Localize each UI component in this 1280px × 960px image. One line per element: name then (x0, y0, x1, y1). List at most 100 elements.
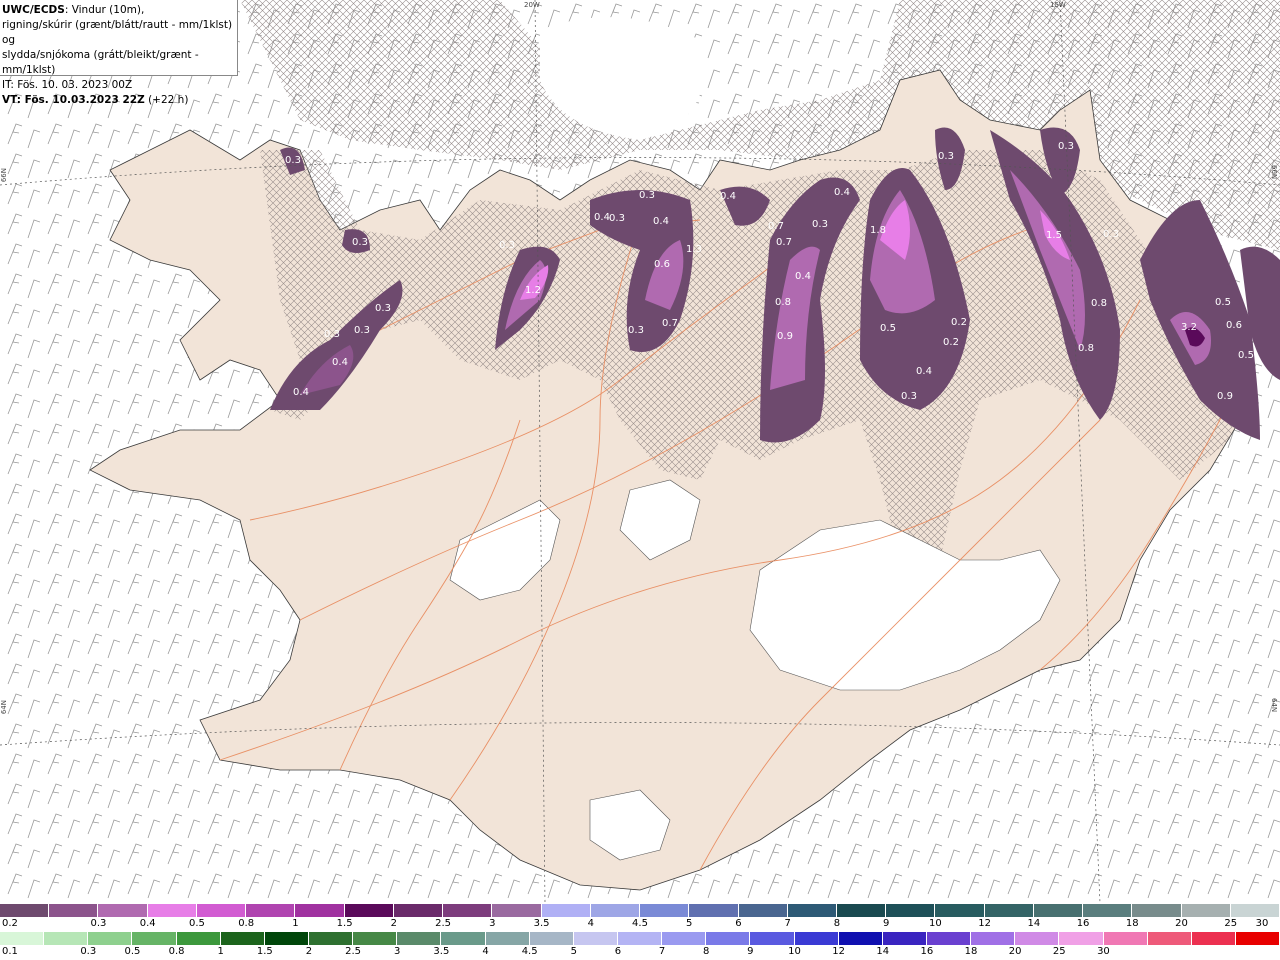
lat-label-64n-left: 64N (0, 700, 8, 715)
legend-swatch (882, 932, 927, 945)
legend-tick-label: 1 (217, 946, 224, 957)
legend-swatch (662, 932, 707, 945)
legend-swatch (246, 904, 296, 917)
legend-tick-label: 10 (929, 918, 942, 929)
init-time: IT: Fös. 10. 03. 2023 00Z (2, 79, 133, 91)
legend-swatch (926, 932, 972, 945)
legend-swatch (485, 932, 530, 945)
legend-swatch (441, 932, 486, 945)
legend-tick-label: 0.3 (80, 946, 97, 957)
legend-tick-label: 18 (964, 946, 978, 957)
legend-tick-label: 30 (1255, 918, 1269, 929)
legend-tick-label: 0.4 (139, 918, 156, 929)
precip-label: 0.4 (293, 387, 309, 398)
precip-label: 0.5 (880, 323, 896, 334)
precip-label: 1.5 (1046, 230, 1062, 241)
precip-label: 0.3 (609, 213, 625, 224)
lon-label-20w: 20W (524, 1, 540, 9)
legend-tick-label: 2 (390, 918, 398, 929)
legend-swatch (176, 932, 221, 945)
legend-swatch (1083, 904, 1133, 917)
precip-label: 0.6 (1226, 320, 1242, 331)
legend-tick-label: 8 (833, 918, 841, 929)
precip-label: 0.3 (812, 219, 828, 230)
precip-label: 0.3 (628, 325, 644, 336)
precip-label: 0.6 (654, 259, 670, 270)
legend-swatch (0, 932, 45, 945)
legend-swatch (590, 904, 641, 917)
snow-legend-ticks: 0.2 0.3 0.4 0.5 0.8 1 1.5 2 2.5 3 3.5 4 4.5 5 6 7 8 9 10 12… (0, 918, 1280, 930)
legend-tick-label: 25 (1052, 946, 1066, 957)
legend-tick-label: 2.5 (345, 946, 362, 957)
legend-swatch (1103, 932, 1148, 945)
legend-tick-label: 1.5 (336, 918, 353, 929)
header-line3: slydda/snjókoma (grátt/bleikt/grænt - mm… (2, 49, 199, 76)
precip-label: 0.4 (916, 366, 932, 377)
precip-label: 1.2 (525, 285, 541, 296)
precip-label: 0.4 (332, 357, 348, 368)
legend-swatch (706, 932, 751, 945)
legend-swatch (98, 904, 148, 917)
legend-tick-label: 4.5 (632, 918, 648, 929)
precip-label: 0.3 (375, 303, 391, 314)
legend-swatch (1033, 904, 1084, 917)
legend-swatch (1132, 904, 1182, 917)
legend-tick-label: 16 (920, 946, 934, 957)
legend-swatch (49, 904, 99, 917)
legend-swatch (1147, 932, 1192, 945)
legend-tick-label: 3.5 (533, 918, 550, 929)
legend-swatch (1015, 932, 1060, 945)
precip-label: 0.7 (776, 237, 792, 248)
rain-legend-ticks: 0.1 0.3 0.5 0.8 1 1.5 2 2.5 3 3.5 4 4.5 5 6 7 8 9 10 12 14 1… (0, 946, 1280, 958)
header-line2: rigning/skúrir (grænt/blátt/rautt - mm/1… (2, 19, 233, 46)
legend-tick-label: 7 (658, 946, 666, 957)
legend-swatch (132, 932, 177, 945)
legend-tick-label: 0.3 (90, 918, 107, 929)
legend-swatch (443, 904, 493, 917)
legend-swatch (196, 904, 247, 917)
legend-tick-label: 1 (292, 918, 299, 929)
legend-tick-label: 0.2 (2, 918, 18, 929)
precip-label: 0.5 (1238, 350, 1254, 361)
legend-tick-label: 12 (832, 946, 845, 957)
legend-tick-label: 6 (614, 946, 622, 957)
legend-swatch (88, 932, 133, 945)
legend-swatch (1191, 932, 1236, 945)
legend-swatch (1235, 932, 1280, 945)
legend-swatch (617, 932, 663, 945)
legend-swatch (541, 904, 591, 917)
legend-swatch (984, 904, 1034, 917)
legend-tick-label: 20 (1175, 918, 1188, 929)
precip-label: 0.2 (951, 317, 967, 328)
legend-swatch (971, 932, 1016, 945)
legend-swatch (838, 932, 883, 945)
legend-tick-label: 18 (1125, 918, 1139, 929)
legend-swatch (529, 932, 574, 945)
legend-tick-label: 5 (570, 946, 577, 957)
forecast-offset: (+22 h) (144, 94, 189, 106)
legend-swatch (353, 932, 398, 945)
precip-label: 0.9 (1217, 391, 1233, 402)
legend-tick-label: 12 (978, 918, 991, 929)
legend-tick-label: 2 (305, 946, 313, 957)
legend-swatch (750, 932, 795, 945)
legend-swatch (836, 904, 887, 917)
legend-tick-label: 2.5 (435, 918, 452, 929)
legend-swatch (886, 904, 936, 917)
legend-swatch (1230, 904, 1280, 917)
precip-label: 0.3 (354, 325, 370, 336)
lat-label-64n-right: 64N (1270, 698, 1278, 713)
precip-label: 0.8 (1078, 343, 1094, 354)
legend-tick-label: 3 (394, 946, 401, 957)
legend-tick-label: 4 (587, 918, 594, 929)
legend-swatch (787, 904, 837, 917)
legend-swatch (492, 904, 542, 917)
legend-tick-label: 0.8 (238, 918, 255, 929)
precip-label: 0.3 (938, 151, 954, 162)
legend-tick-label: 3 (489, 918, 496, 929)
legend-swatch (1181, 904, 1231, 917)
legend-swatch (794, 932, 839, 945)
model-name: UWC/ECDS (2, 4, 65, 16)
legend-tick-label: 0.8 (168, 946, 185, 957)
legend-tick-label: 9 (882, 918, 890, 929)
